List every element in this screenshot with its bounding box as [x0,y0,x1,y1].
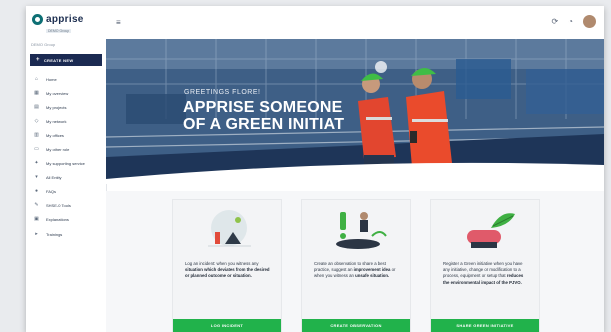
green-initiative-card-text: Register a Green initiative when you hav… [443,261,529,286]
trainings-icon: ▸ [35,230,38,237]
sidebar-item-label: My network [46,118,67,124]
action-cards: Log an incident: when you witness any si… [106,191,604,332]
share-green-initiative-button[interactable]: SHARE GREEN INITIATIVE [431,319,539,332]
incident-text-bold: situation which deviates from the desire… [185,267,270,279]
sidebar-item-label: My overview [46,90,69,96]
avatar[interactable] [583,15,596,28]
sidebar-item-label: All Entity [46,175,62,181]
hero-banner: GREETINGS FLORE! APPRISE SOMEONE OF A GR… [106,39,604,184]
observation-text-bold1: improvement idea [353,267,391,273]
incident-text: Log an incident: when you witness any [185,261,259,266]
sidebar-item-faqs[interactable]: ● FAQs [30,185,104,199]
sidebar-item-my-offices[interactable]: ▥ My offices [30,128,104,142]
sidebar-nav: ⌂ Home ▦ My overview ▤ My projects ◇ My netw… [30,72,104,241]
hero-headline-line1: APPRISE SOMEONE [183,99,343,116]
create-observation-button[interactable]: CREATE OBSERVATION [302,319,410,332]
menu-icon[interactable]: ≡ [116,18,121,27]
logo-mark-icon [32,14,43,25]
refresh-icon[interactable]: ⟳ [551,17,558,26]
sidebar-item-home[interactable]: ⌂ Home [30,72,104,86]
role-icon: ▭ [34,146,39,153]
hero-greeting: GREETINGS FLORE! [184,89,261,96]
service-icon: ✦ [34,160,39,167]
tools-icon: ✎ [34,202,39,209]
sidebar-item-label: My supporting service [46,161,85,167]
observation-illustration [336,212,387,249]
sidebar-item-label: My projects [46,104,67,110]
sidebar-item-my-network[interactable]: ◇ My network [30,114,104,128]
overview-icon: ▦ [34,89,39,96]
projects-icon: ▤ [34,103,39,110]
top-bar-actions: ⟳ ◔ [541,15,596,28]
sidebar-item-label: Explanations [46,217,69,223]
faq-icon: ● [34,188,39,195]
incident-card-text: Log an incident: when you witness any si… [185,261,271,280]
sidebar-item-my-projects[interactable]: ▤ My projects [30,100,104,114]
bell-icon[interactable]: ◔ [568,17,573,26]
sidebar-item-my-supporting-service[interactable]: ✦ My supporting service [30,157,104,171]
hero-headline-line2: OF A GREEN INITIAT [183,116,345,133]
explanations-icon: ▣ [34,216,39,223]
offices-icon: ▥ [34,131,39,138]
sidebar-item-explanations[interactable]: ▣ Explanations [30,213,104,227]
app-window: apprise DEMO Group DEMO Group + CREATE N… [26,6,604,332]
home-icon: ⌂ [34,75,39,82]
observation-card: Create an observation to share a best pr… [301,199,411,332]
top-bar: ≡ ⟳ ◔ [106,6,604,39]
sidebar: apprise DEMO Group DEMO Group + CREATE N… [26,6,107,332]
brand-name: apprise [46,14,84,25]
sidebar-item-label: My other role [46,147,70,153]
hero-headline: APPRISE SOMEONE OF A GREEN INITIAT [183,99,403,133]
log-incident-button[interactable]: LOG INCIDENT [173,319,281,332]
sidebar-item-trainings[interactable]: ▸ Trainings [30,227,104,241]
green-initiative-illustration [467,213,515,248]
sidebar-item-label: Home [46,76,57,82]
sidebar-item-label: My offices [46,132,64,138]
app-logo[interactable]: apprise [32,14,84,25]
observation-text-bold2: unsafe situation. [355,273,390,279]
incident-illustration [208,210,251,247]
tenant-label: DEMO Group [31,42,56,47]
brand-sub: DEMO Group [46,29,72,33]
plus-icon: + [36,57,40,63]
green-initiative-card: Register a Green initiative when you hav… [430,199,540,332]
network-icon: ◇ [34,117,39,124]
create-new-button[interactable]: + CREATE NEW [30,54,102,66]
sidebar-item-all-entity[interactable]: ▾ All Entity [30,171,104,185]
entity-icon: ▾ [35,174,38,181]
sidebar-item-my-overview[interactable]: ▦ My overview [30,86,104,100]
sidebar-item-tools[interactable]: ✎ SHSE-0 Tools [30,199,104,213]
sidebar-item-label: FAQs [46,189,57,195]
create-new-label: CREATE NEW [43,57,74,63]
sidebar-item-my-other-role[interactable]: ▭ My other role [30,142,104,156]
incident-card: Log an incident: when you witness any si… [172,199,282,332]
sidebar-item-label: Trainings [46,231,63,237]
observation-card-text: Create an observation to share a best pr… [314,261,400,280]
sidebar-item-label: SHSE-0 Tools [46,203,71,209]
